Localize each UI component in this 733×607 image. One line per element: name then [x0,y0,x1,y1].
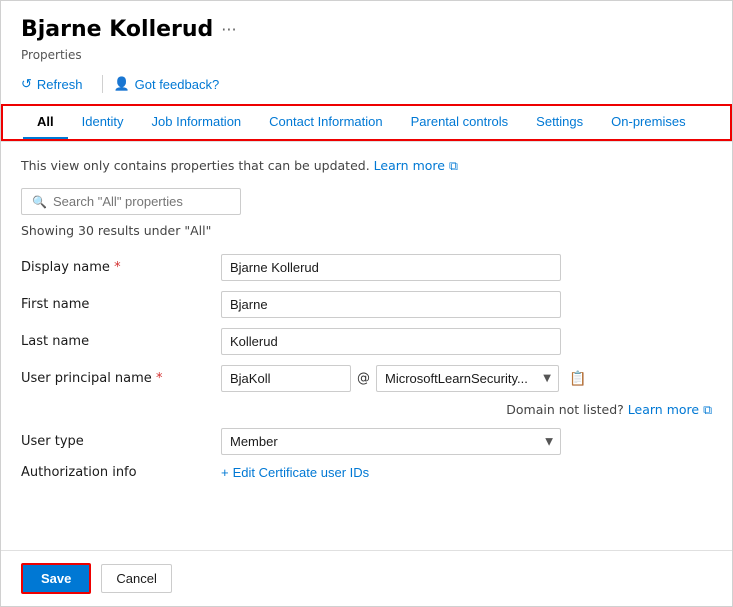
upn-label: User principal name * [21,371,221,386]
last-name-input[interactable] [221,328,561,355]
first-name-input[interactable] [221,291,561,318]
edit-cert-label: Edit Certificate user IDs [233,465,370,480]
user-type-select-wrapper: Member Guest ▼ [221,428,561,455]
edit-certificate-button[interactable]: + Edit Certificate user IDs [221,465,369,480]
feedback-icon: 👤 [113,76,129,92]
required-star: * [114,260,121,275]
display-name-input[interactable] [221,254,561,281]
refresh-button[interactable]: ↺ Refresh [21,72,92,96]
page-container: Bjarne Kollerud ··· Properties ↺ Refresh… [0,0,733,607]
save-button[interactable]: Save [21,563,91,594]
upn-required-star: * [156,371,163,386]
copy-icon: 📋 [569,370,586,386]
external-link-icon-2: ⧉ [703,402,712,417]
tabs-row: All Identity Job Information Contact Inf… [1,104,732,141]
user-type-row: User type Member Guest ▼ [21,428,712,455]
info-bar: This view only contains properties that … [21,158,712,174]
auth-info-row: Authorization info + Edit Certificate us… [21,465,712,480]
tab-on-premises[interactable]: On-premises [597,106,699,139]
upn-prefix-input[interactable] [221,365,351,392]
copy-button[interactable]: 📋 [565,368,590,389]
user-type-select[interactable]: Member Guest [221,428,561,455]
tab-parental-controls[interactable]: Parental controls [397,106,523,139]
results-label: Showing 30 results under "All" [21,223,712,238]
search-box[interactable]: 🔍 [21,188,241,215]
tab-identity[interactable]: Identity [68,106,138,139]
domain-select-wrapper: MicrosoftLearnSecurity... ▼ [376,365,559,392]
last-name-row: Last name [21,328,712,355]
last-name-label: Last name [21,334,221,349]
domain-not-listed-text: Domain not listed? [506,402,624,417]
header: Bjarne Kollerud ··· Properties ↺ Refresh… [1,1,732,142]
display-name-label: Display name * [21,260,221,275]
learn-more-domain-link[interactable]: Learn more ⧉ [628,402,712,417]
toolbar: ↺ Refresh 👤 Got feedback? [21,72,712,104]
toolbar-divider [102,75,103,93]
domain-not-listed-row: Domain not listed? Learn more ⧉ [221,402,712,418]
search-input[interactable] [53,194,230,209]
page-title: Bjarne Kollerud [21,17,213,42]
search-icon: 🔍 [32,195,47,209]
plus-icon: + [221,465,229,480]
at-sign: @ [351,371,376,386]
domain-select[interactable]: MicrosoftLearnSecurity... [376,365,559,392]
tab-job-information[interactable]: Job Information [138,106,256,139]
display-name-row: Display name * [21,254,712,281]
auth-info-label: Authorization info [21,465,221,480]
user-type-label: User type [21,434,221,449]
refresh-icon: ↺ [21,76,32,92]
tab-settings[interactable]: Settings [522,106,597,139]
external-link-icon: ⧉ [449,158,458,173]
content-area: This view only contains properties that … [1,142,732,550]
first-name-label: First name [21,297,221,312]
refresh-label: Refresh [37,77,83,92]
feedback-label: Got feedback? [135,77,220,92]
upn-row: User principal name * @ MicrosoftLearnSe… [21,365,712,392]
footer: Save Cancel [1,550,732,606]
subtitle: Properties [21,48,712,62]
more-options-icon[interactable]: ··· [221,20,236,39]
learn-more-link[interactable]: Learn more ⧉ [374,158,458,173]
cancel-button[interactable]: Cancel [101,564,171,593]
title-row: Bjarne Kollerud ··· [21,17,712,42]
upn-input-group: @ MicrosoftLearnSecurity... ▼ 📋 [221,365,590,392]
first-name-row: First name [21,291,712,318]
info-text: This view only contains properties that … [21,158,370,173]
tab-all[interactable]: All [23,106,68,139]
tab-contact-information[interactable]: Contact Information [255,106,396,139]
feedback-button[interactable]: 👤 Got feedback? [113,72,229,96]
